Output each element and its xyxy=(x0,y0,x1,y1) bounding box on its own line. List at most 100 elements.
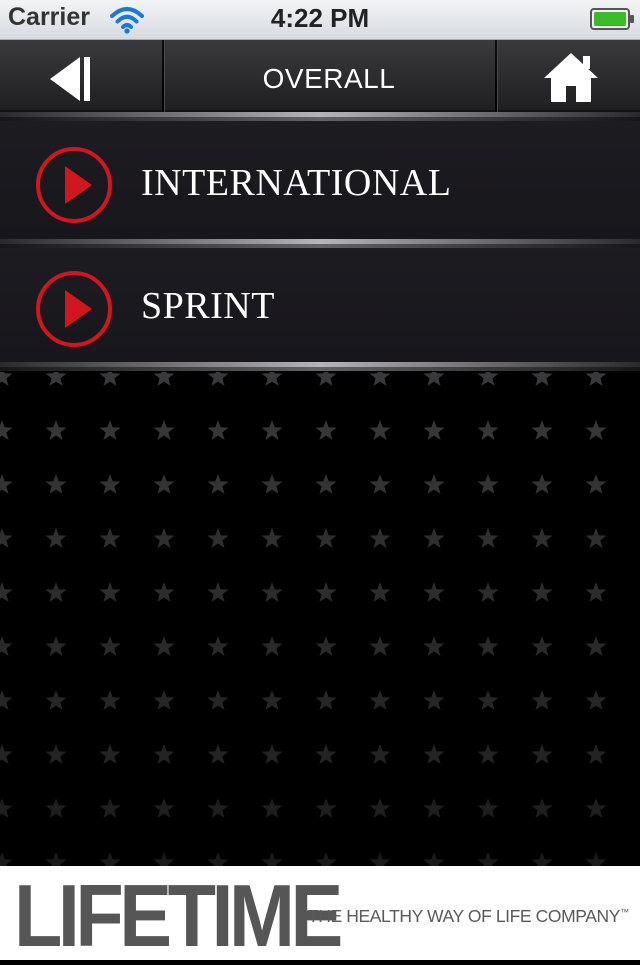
star-icon xyxy=(532,798,553,818)
star-icon xyxy=(208,474,229,494)
star-icon xyxy=(262,474,283,494)
star-icon xyxy=(208,744,229,764)
star-icon xyxy=(478,690,499,710)
star-icon xyxy=(262,798,283,818)
star-icon xyxy=(208,372,229,386)
star-icon xyxy=(46,744,67,764)
star-icon xyxy=(154,372,175,386)
star-icon xyxy=(316,582,337,602)
star-icon xyxy=(478,582,499,602)
trademark-symbol: ™ xyxy=(620,907,629,917)
list-item-sprint[interactable]: SPRINT xyxy=(0,248,640,362)
star-icon xyxy=(424,744,445,764)
tagline-text: THE HEALTHY WAY OF LIFE COMPANY xyxy=(308,906,620,926)
star-icon xyxy=(208,636,229,656)
star-icon xyxy=(46,420,67,440)
home-button[interactable] xyxy=(498,40,640,112)
star-icon xyxy=(154,852,175,866)
footer-tagline: THE HEALTHY WAY OF LIFE COMPANY™ xyxy=(308,906,629,927)
list-item-label: SPRINT xyxy=(141,284,275,328)
list-item-label: INTERNATIONAL xyxy=(141,161,451,205)
star-icon xyxy=(370,744,391,764)
star-icon xyxy=(370,852,391,866)
star-icon xyxy=(100,852,121,866)
star-icon xyxy=(316,420,337,440)
star-icon xyxy=(0,528,13,548)
star-icon xyxy=(154,420,175,440)
star-icon xyxy=(100,636,121,656)
separator xyxy=(0,362,640,371)
star-icon xyxy=(154,582,175,602)
star-icon xyxy=(208,798,229,818)
star-icon xyxy=(154,798,175,818)
star-icon xyxy=(154,474,175,494)
star-icon xyxy=(424,798,445,818)
star-icon xyxy=(46,372,67,386)
star-icon xyxy=(0,852,13,866)
star-icon xyxy=(208,420,229,440)
star-icon xyxy=(424,474,445,494)
back-button[interactable] xyxy=(0,40,162,112)
star-icon xyxy=(0,372,13,386)
star-icon xyxy=(586,798,607,818)
star-icon xyxy=(208,852,229,866)
star-icon xyxy=(262,636,283,656)
play-icon xyxy=(34,269,114,349)
star-icon xyxy=(46,852,67,866)
star-icon xyxy=(100,372,121,386)
star-icon xyxy=(424,582,445,602)
star-icon xyxy=(262,690,283,710)
star-icon xyxy=(46,528,67,548)
list-item-international[interactable]: INTERNATIONAL xyxy=(0,121,640,239)
star-icon xyxy=(262,420,283,440)
star-icon xyxy=(478,474,499,494)
star-icon xyxy=(478,744,499,764)
star-icon xyxy=(262,372,283,386)
star-icon xyxy=(316,636,337,656)
star-icon xyxy=(154,636,175,656)
star-icon xyxy=(100,690,121,710)
star-icon xyxy=(0,636,13,656)
star-icon xyxy=(0,582,13,602)
star-icon xyxy=(532,744,553,764)
star-icon xyxy=(154,528,175,548)
star-icon xyxy=(424,528,445,548)
back-arrow-icon xyxy=(48,54,94,104)
star-icon xyxy=(262,744,283,764)
star-icon xyxy=(586,474,607,494)
star-icon xyxy=(424,372,445,386)
star-pattern-background xyxy=(0,372,640,866)
star-icon xyxy=(46,636,67,656)
play-icon xyxy=(34,145,114,225)
star-icon xyxy=(586,852,607,866)
star-icon xyxy=(424,690,445,710)
star-icon xyxy=(100,528,121,548)
star-icon xyxy=(370,636,391,656)
star-icon xyxy=(262,582,283,602)
star-icon xyxy=(0,690,13,710)
star-icon xyxy=(154,744,175,764)
star-icon xyxy=(100,744,121,764)
star-icon xyxy=(100,420,121,440)
star-icon xyxy=(478,852,499,866)
separator xyxy=(0,112,640,121)
star-icon xyxy=(370,690,391,710)
star-icon xyxy=(532,528,553,548)
status-bar: Carrier 4:22 PM xyxy=(0,0,640,40)
star-icon xyxy=(424,636,445,656)
star-icon xyxy=(478,636,499,656)
star-icon xyxy=(532,690,553,710)
star-icon xyxy=(532,852,553,866)
star-icon xyxy=(532,636,553,656)
star-icon xyxy=(532,372,553,386)
star-icon xyxy=(316,372,337,386)
star-icon xyxy=(208,528,229,548)
separator xyxy=(0,239,640,248)
star-icon xyxy=(370,372,391,386)
star-icon xyxy=(0,420,13,440)
star-icon xyxy=(424,420,445,440)
star-icon xyxy=(262,528,283,548)
star-icon xyxy=(316,474,337,494)
page-title: OVERALL xyxy=(164,40,494,112)
star-icon xyxy=(478,420,499,440)
